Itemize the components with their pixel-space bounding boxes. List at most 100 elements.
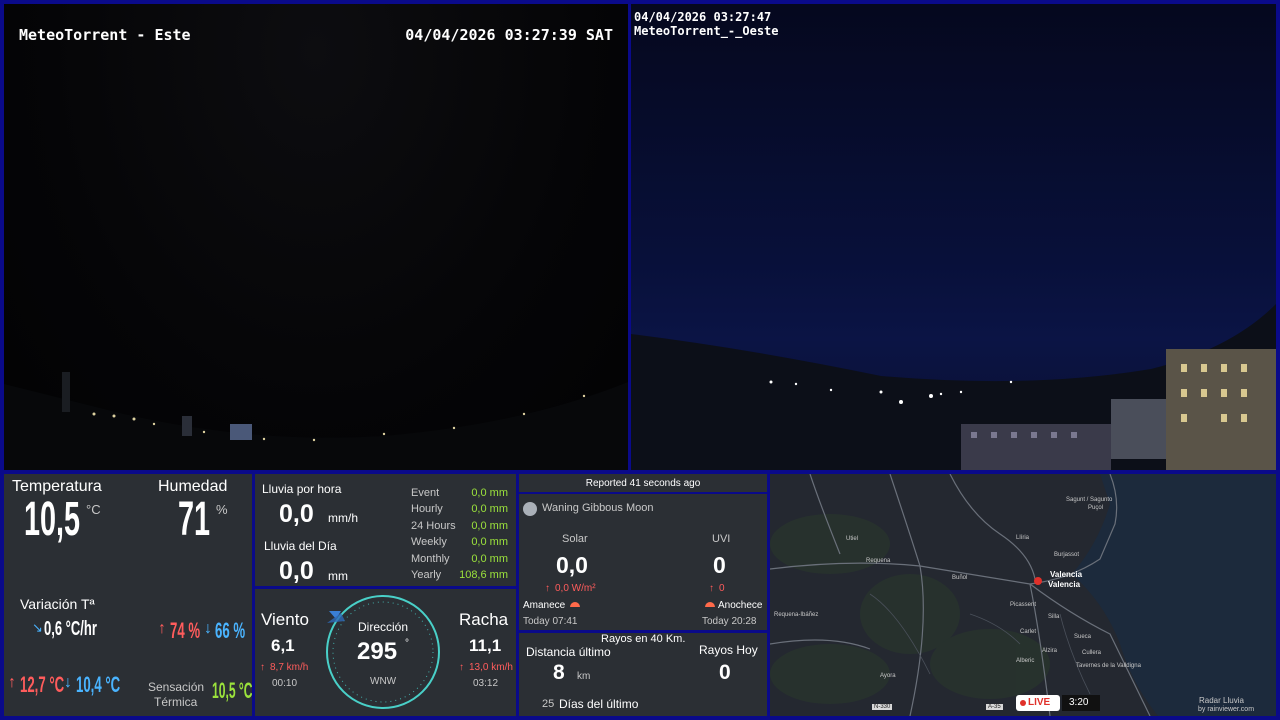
map-place-label: Carlet (1020, 629, 1037, 635)
days-since-label: Días del último (559, 697, 639, 711)
uvi-value: 0 (713, 552, 726, 578)
lightning-today-value: 0 (719, 661, 731, 684)
gust-label: Racha (459, 610, 509, 629)
live-badge[interactable]: LIVE (1016, 695, 1060, 711)
camera-east-scene (4, 372, 628, 470)
rain-row-value: 0,0 mm (471, 503, 508, 515)
temperature-unit: °C (86, 502, 101, 517)
lightning-today-label: Rayos Hoy (699, 643, 758, 657)
rain-row-label: Event (411, 487, 440, 499)
map-place-label: Requena-Ibáñez (774, 612, 819, 618)
map-road-label: A-35 (986, 704, 1003, 710)
radar-time: 3:20 (1069, 697, 1089, 708)
max-arrow-icon: ↑ (8, 674, 16, 691)
sunrise-icon (570, 602, 580, 607)
gust-value: 11,1 (469, 636, 502, 655)
map-place-label: Cullera (1082, 650, 1102, 656)
map-place-label: Buñol (952, 575, 968, 581)
map-place-label: Llíria (1016, 535, 1030, 541)
rain-hour-label: Lluvia por hora (262, 482, 342, 496)
humidity-unit: % (216, 502, 228, 517)
map-place-label: Silla (1048, 614, 1060, 620)
map-place-label: Alzira (1042, 648, 1058, 654)
rain-day-label: Lluvia del Día (264, 539, 337, 553)
direction-compass: WNW (370, 676, 397, 687)
sunset-time: Today 20:28 (702, 616, 757, 627)
min-arrow-icon: ↓ (204, 620, 212, 637)
radar-time-box: 3:20 (1062, 695, 1100, 711)
feels-label-2: Térmica (154, 695, 198, 709)
rain-row-value: 0,0 mm (471, 487, 508, 499)
rain-row-value: 0,0 mm (471, 536, 508, 548)
camera-east-timestamp: 04/04/2026 03:27:39 SAT (405, 26, 613, 44)
map-road-label: N-330 (872, 704, 893, 710)
camera-east-view: MeteoTorrent - Este 04/04/2026 03:27:39 … (4, 4, 628, 470)
solar-panel: Reported 41 seconds ago Waning Gibbous M… (519, 474, 767, 630)
rain-day-value: 0,0 (279, 557, 314, 585)
rain-hour-value: 0,0 (279, 500, 314, 528)
reported-time: Reported 41 seconds ago (585, 478, 701, 489)
days-since-value: 25 (542, 698, 555, 710)
rain-row-label: Weekly (411, 536, 447, 548)
min-arrow-icon: ↓ (64, 674, 72, 691)
feels-value: 10,5 °C (212, 678, 252, 703)
camera-west-view: 04/04/2026 03:27:47 MeteoTorrent_-_Oeste (631, 4, 1276, 470)
sunrise-label: Amanece (523, 600, 566, 611)
map-place-label: Sagunt / Sagunto (1066, 497, 1113, 503)
divider (519, 492, 767, 494)
map-place-label: Burjassot (1054, 552, 1080, 558)
map-place-label: Tavernes de la Valldigna (1076, 663, 1141, 669)
solar-value: 0,0 (556, 552, 588, 578)
rain-row-value: 0,0 mm (471, 520, 508, 532)
rain-hour-unit: mm/h (328, 511, 358, 525)
feels-label-1: Sensación (148, 680, 205, 694)
map-city-label: Valencia (1048, 580, 1081, 589)
rain-panel: Lluvia por hora 0,0 mm/h Lluvia del Día … (255, 474, 516, 586)
rain-row-label: Monthly (411, 553, 450, 565)
rain-row-label: Yearly (411, 569, 442, 581)
radar-map[interactable]: Sagunt / Sagunto Puçol Llíria Burjassot … (770, 474, 1276, 716)
temperature-min: 10,4 °C (76, 672, 121, 697)
map-place-label: Puçol (1088, 505, 1104, 511)
rain-day-unit: mm (328, 569, 348, 583)
camera-west-title: MeteoTorrent_-_Oeste (634, 24, 779, 38)
lightning-title: Rayos en 40 Km. (601, 633, 686, 645)
live-dot-icon (1020, 700, 1026, 706)
variation-label: Variación Tª (20, 596, 95, 612)
map-city-label: Valencia (1050, 570, 1083, 579)
max-arrow-icon: ↑ (545, 583, 550, 594)
radar-credit: Radar Lluvia (1199, 696, 1244, 705)
temperature-value: 10,5 (24, 493, 81, 546)
rain-row-value: 0,0 mm (471, 553, 508, 565)
camera-west-scene (631, 304, 1276, 470)
temperature-panel: Temperatura Humedad 10,5 °C 71 % Variaci… (4, 474, 252, 716)
camera-west-timestamp: 04/04/2026 03:27:47 (634, 10, 772, 24)
radar-credit-link[interactable]: by rainviewer.com (1198, 706, 1254, 713)
max-arrow-icon: ↑ (459, 662, 464, 673)
rain-row-value: 108,6 mm (459, 569, 508, 581)
map-place-label: Alberic (1016, 658, 1035, 664)
solar-max: 0,0 W/m² (555, 583, 596, 594)
uvi-max: 0 (719, 583, 725, 594)
humidity-max: 74 % (170, 618, 201, 643)
max-arrow-icon: ↑ (158, 620, 166, 637)
lightning-panel: Rayos en 40 Km. Distancia último 8 km Ra… (519, 633, 767, 716)
map-place-label: Requena (866, 558, 891, 564)
humidity-value: 71 (178, 493, 211, 546)
distance-label: Distancia último (526, 645, 611, 659)
gust-max-time: 03:12 (473, 678, 499, 689)
live-label: LIVE (1028, 697, 1051, 708)
rain-row-label: 24 Hours (411, 520, 456, 532)
map-place-label: Ayora (880, 673, 896, 679)
direction-value: 295 (357, 638, 398, 665)
trend-down-icon: ↘ (32, 620, 43, 635)
max-arrow-icon: ↑ (709, 583, 714, 594)
temperature-max: 12,7 °C (20, 672, 65, 697)
distance-value: 8 (553, 661, 565, 684)
moon-phase: Waning Gibbous Moon (542, 502, 654, 514)
gust-max: 13,0 km/h (469, 662, 513, 673)
wind-panel: Viento 6,1 ↑ 8,7 km/h 00:10 Dirección 29… (255, 589, 516, 716)
moon-icon (523, 502, 537, 516)
map-place-label: Sueca (1074, 634, 1092, 640)
uvi-label: UVI (712, 533, 731, 545)
